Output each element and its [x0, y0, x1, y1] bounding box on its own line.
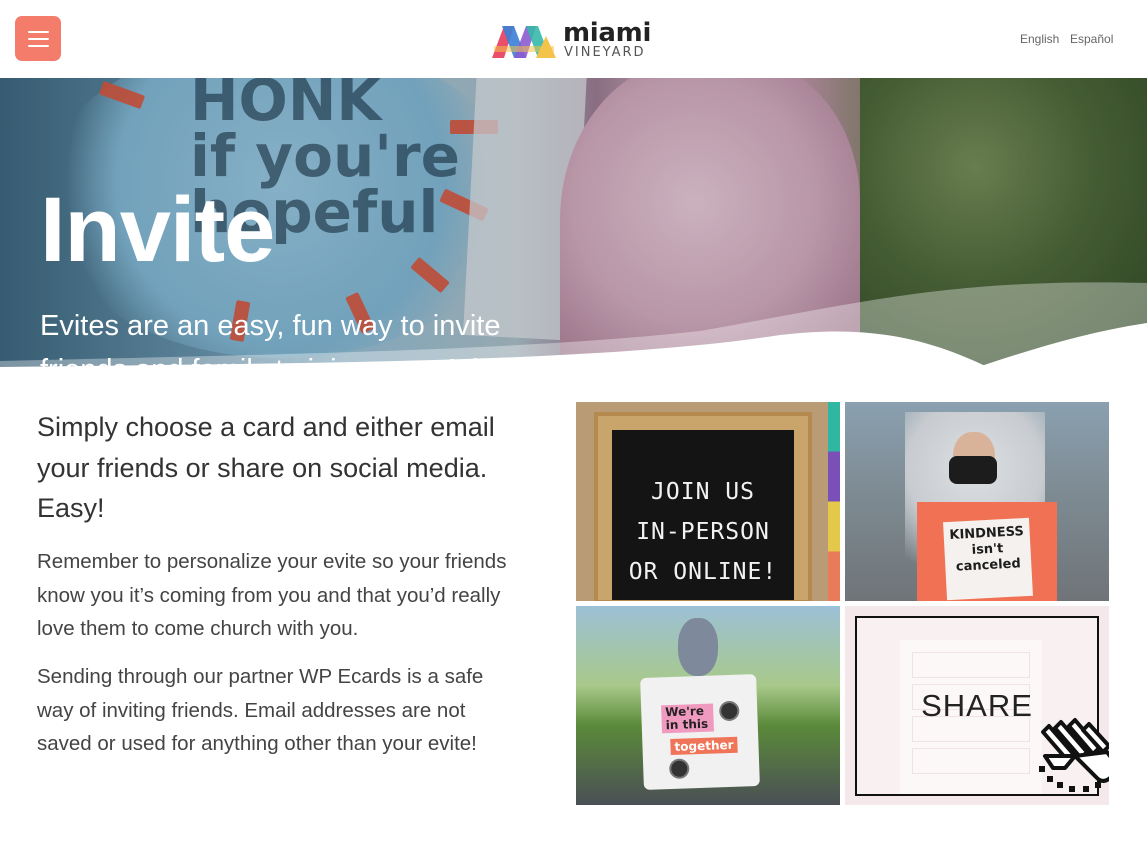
logo-wordmark-miami: miami [563, 18, 652, 48]
evite-card-kindness[interactable]: KINDNESS isn't canceled [845, 402, 1109, 601]
hero-subtitle: Evites are an easy, fun way to invite fr… [40, 310, 526, 373]
hamburger-icon-line [28, 38, 49, 40]
intro-paragraph-privacy: Sending through our partner WP Ecards is… [37, 665, 484, 755]
logo-wordmark-vineyard: VINEYARD [564, 45, 646, 60]
smiley-icon [718, 700, 740, 722]
language-spanish-link[interactable]: Español [1070, 32, 1113, 46]
evite-card-share[interactable]: SHARE [845, 606, 1109, 805]
card-sign: KINDNESS isn't canceled [917, 502, 1057, 601]
pointer-hand-icon [1039, 718, 1109, 792]
card-sign: We're in this together [640, 674, 760, 790]
evite-card-together[interactable]: We're in this together [576, 606, 840, 805]
site-logo[interactable]: miami VINEYARD [492, 18, 652, 62]
intro-heading: Simply choose a card and either email yo… [37, 412, 495, 523]
card-sign-text-top: We're in this [661, 703, 714, 734]
hamburger-icon-line [28, 45, 49, 47]
card-sign-text-bottom: together [670, 736, 738, 756]
page-title: Invite [40, 179, 275, 281]
menu-button[interactable] [15, 16, 61, 61]
hero-banner: HONK if you're hopeful Invite Evites are… [0, 78, 1147, 373]
card-sign-text: KINDNESS isn't canceled [943, 517, 1033, 601]
hamburger-icon-line [28, 31, 49, 33]
evite-card-join-us[interactable]: JOIN US IN-PERSON OR ONLINE! [576, 402, 840, 601]
card-color-stripe [828, 402, 840, 601]
card-photo-person [678, 618, 718, 676]
letter-board: JOIN US IN-PERSON OR ONLINE! [612, 430, 794, 600]
letter-board-frame: JOIN US IN-PERSON OR ONLINE! [594, 412, 812, 601]
smiley-icon [668, 758, 690, 780]
letter-board-text: JOIN US IN-PERSON OR ONLINE! [628, 479, 778, 585]
site-header: miami VINEYARD English Español [0, 0, 1147, 78]
language-english-link[interactable]: English [1020, 32, 1059, 46]
logo-mark-icon [492, 26, 556, 58]
intro-paragraph-personalize: Remember to personalize your evite so yo… [37, 550, 507, 640]
card-photo-mask [949, 456, 997, 484]
